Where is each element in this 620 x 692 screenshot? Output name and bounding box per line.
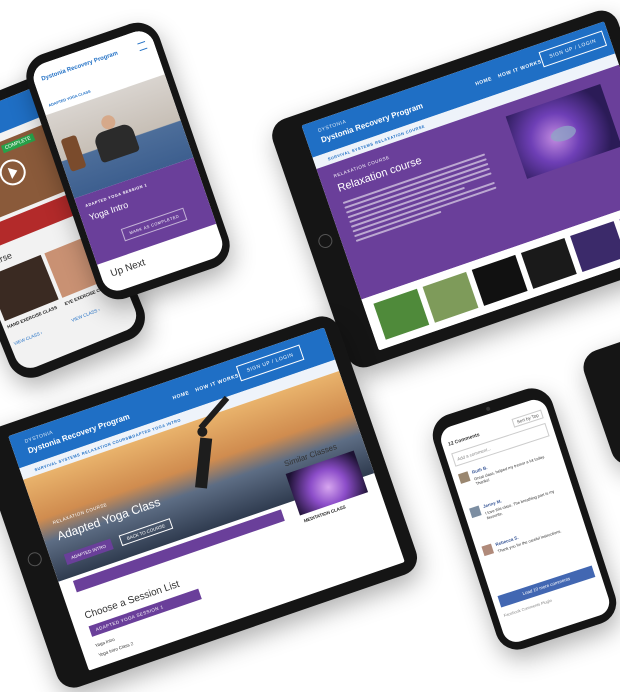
avatar-1 [457, 471, 471, 484]
adapted-intro-button[interactable]: ADAPTED INTRO [63, 538, 114, 565]
lotus-image [505, 83, 620, 179]
tablet-yoga: DYSTONIA Dystonia Recovery Program HOME … [0, 311, 422, 692]
class-thumb-1[interactable] [373, 288, 430, 340]
avatar-2 [469, 505, 482, 519]
avatar-3 [481, 543, 495, 557]
tablet-relaxation-home-button[interactable] [316, 232, 335, 250]
class-thumb-4[interactable] [520, 238, 577, 289]
mark-completed-button[interactable]: MARK AS COMPLETED [120, 207, 188, 242]
phone-comments-screen: 12 Comments Sort by Top Add a comment...… [437, 396, 613, 646]
nav-how-it-works[interactable]: HOW IT WORKS [195, 373, 240, 394]
view-class-link-2[interactable]: VIEW CLASS › [71, 307, 101, 323]
phone-comments: 12 Comments Sort by Top Add a comment...… [427, 382, 620, 656]
nav-home[interactable]: HOME [172, 390, 190, 401]
class-thumb-3[interactable] [471, 254, 528, 306]
view-class-link-1[interactable]: VIEW CLASS › [13, 330, 43, 346]
tablet-partial-right [578, 330, 620, 470]
complete-badge: COMPLETE [0, 133, 35, 154]
session-item-1[interactable]: Yoga Intro [94, 637, 115, 648]
tablet-yoga-home-button[interactable] [25, 550, 44, 569]
tablet-yoga-screen: DYSTONIA Dystonia Recovery Program HOME … [8, 327, 405, 671]
play-icon[interactable] [0, 155, 30, 190]
up-next-heading: Up Next [109, 257, 147, 280]
instructor-body [92, 122, 141, 164]
tablet-relaxation-screen: DYSTONIA Dystonia Recovery Program HOME … [301, 21, 620, 351]
brand-name[interactable]: Dystonia Recovery Program [41, 51, 119, 83]
class-thumb-5[interactable] [570, 221, 620, 272]
menu-icon[interactable] [137, 40, 148, 52]
phone-camera [485, 406, 491, 412]
back-to-course-button[interactable]: BACK TO COURSE [118, 518, 174, 547]
drum-decor [60, 134, 87, 172]
nav-home[interactable]: HOME [475, 76, 493, 87]
yogi-body [195, 437, 213, 489]
nav-how-it-works[interactable]: HOW IT WORKS [497, 59, 542, 80]
class-thumb-2[interactable] [422, 271, 479, 323]
